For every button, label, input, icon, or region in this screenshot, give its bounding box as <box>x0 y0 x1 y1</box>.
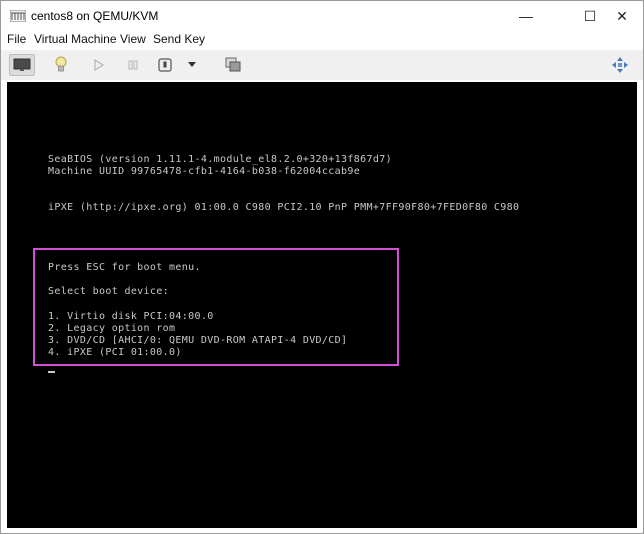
boot-option-2: 2. Legacy option rom <box>48 323 176 334</box>
monitor-icon <box>13 58 31 71</box>
pause-icon <box>128 60 138 70</box>
dropdown-arrow-icon <box>188 62 196 67</box>
text-cursor <box>48 371 55 373</box>
window-title: centos8 on QEMU/KVM <box>31 9 159 23</box>
virt-manager-icon <box>10 10 26 22</box>
vm-console[interactable]: SeaBIOS (version 1.11.1-4.module_el8.2.0… <box>7 82 637 528</box>
title-bar[interactable]: centos8 on QEMU/KVM — ☐ ✕ <box>1 1 643 31</box>
snapshots-icon <box>225 57 241 72</box>
vm-window: centos8 on QEMU/KVM — ☐ ✕ File Virtual M… <box>0 0 644 534</box>
menu-view[interactable]: View <box>120 32 146 46</box>
snapshots-button[interactable] <box>223 54 243 76</box>
close-icon: ✕ <box>616 7 628 24</box>
move-icon <box>612 57 628 73</box>
boot-option-3: 3. DVD/CD [AHCI/0: QEMU DVD-ROM ATAPI-4 … <box>48 335 348 346</box>
pause-button[interactable] <box>125 54 141 76</box>
run-button[interactable] <box>91 54 107 76</box>
power-icon <box>158 58 172 72</box>
menu-virtual-machine[interactable]: Virtual Machine <box>34 32 117 46</box>
press-esc-prompt: Press ESC for boot menu. <box>48 262 201 273</box>
menu-file[interactable]: File <box>7 32 26 46</box>
lightbulb-icon <box>55 56 67 72</box>
fullscreen-button[interactable] <box>609 54 631 76</box>
menu-bar: File Virtual Machine View Send Key <box>1 31 643 49</box>
menu-send-key[interactable]: Send Key <box>153 32 205 46</box>
play-icon <box>94 59 104 71</box>
select-boot-device-heading: Select boot device: <box>48 286 170 297</box>
boot-option-1: 1. Virtio disk PCI:04:00.0 <box>48 311 214 322</box>
seabios-version-line: SeaBIOS (version 1.11.1-4.module_el8.2.0… <box>48 154 393 165</box>
ipxe-line: iPXE (http://ipxe.org) 01:00.0 C980 PCI2… <box>48 202 520 213</box>
toolbar <box>1 50 643 80</box>
minimize-button[interactable]: — <box>503 1 549 31</box>
boot-option-4: 4. iPXE (PCI 01:00.0) <box>48 347 182 358</box>
details-button[interactable] <box>53 54 69 76</box>
shutdown-menu-button[interactable] <box>185 54 199 76</box>
machine-uuid-line: Machine UUID 99765478-cfb1-4164-b038-f62… <box>48 166 361 177</box>
console-view-button[interactable] <box>9 54 35 76</box>
close-button[interactable]: ✕ <box>599 1 643 31</box>
maximize-icon: ☐ <box>583 7 597 24</box>
minimize-icon: — <box>519 8 533 24</box>
shutdown-button[interactable] <box>155 54 175 76</box>
